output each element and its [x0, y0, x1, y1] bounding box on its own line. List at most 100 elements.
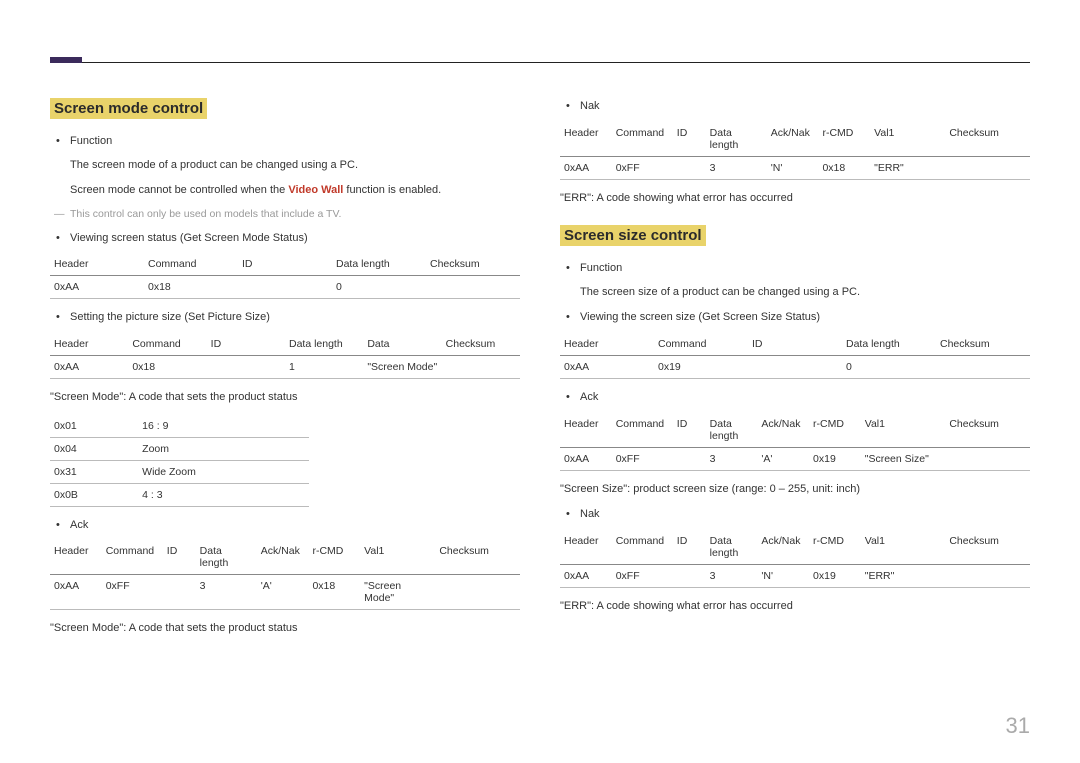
t3-h2: Command [102, 540, 163, 575]
ack2-bullet: Ack [580, 389, 1030, 407]
t3-c5: 'A' [257, 575, 309, 610]
code-k-2: 0x31 [50, 460, 138, 483]
t3-h4: Data length [196, 540, 257, 575]
t3-c6: 0x18 [308, 575, 360, 610]
t6-c7: "Screen Size" [861, 447, 946, 470]
codes-table: 0x0116 : 9 0x04Zoom 0x31Wide Zoom 0x0B4 … [50, 415, 309, 507]
header-accent [50, 57, 82, 63]
t4-h7: Val1 [870, 122, 945, 157]
t6-c1: 0xAA [560, 447, 612, 470]
func-p2-pre: Screen mode cannot be controlled when th… [70, 184, 288, 196]
code-v-2: Wide Zoom [138, 460, 308, 483]
t3-h7: Val1 [360, 540, 435, 575]
code-k-0: 0x01 [50, 415, 138, 438]
t3-h5: Ack/Nak [257, 540, 309, 575]
t7-h1: Header [560, 530, 612, 565]
t4-h1: Header [560, 122, 612, 157]
t3-c1: 0xAA [50, 575, 102, 610]
right-column: Nak Header Command ID Data length Ack/Na… [560, 98, 1030, 646]
ack2-table: Header Command ID Data length Ack/Nak r-… [560, 413, 1030, 471]
t2-c2: 0x18 [128, 355, 206, 378]
t1-h5: Checksum [426, 253, 520, 276]
ack-bullet: Ack [70, 517, 520, 535]
function2-desc: The screen size of a product can be chan… [560, 284, 1030, 302]
t2-h5: Data [363, 333, 441, 356]
t3-c2: 0xFF [102, 575, 163, 610]
t7-c4: 3 [706, 564, 758, 587]
t6-c4: 3 [706, 447, 758, 470]
t4-c3 [673, 156, 706, 179]
table-row: 0xAA 0xFF 3 'N' 0x19 "ERR" [560, 564, 1030, 587]
t7-c6: 0x19 [809, 564, 861, 587]
function-desc2: Screen mode cannot be controlled when th… [50, 182, 520, 200]
t1-h4: Data length [332, 253, 426, 276]
t1-c1: 0xAA [50, 276, 144, 299]
get-size-table: Header Command ID Data length Checksum 0… [560, 333, 1030, 379]
t4-c5: 'N' [767, 156, 819, 179]
t6-h2: Command [612, 413, 673, 448]
t2-h3: ID [207, 333, 285, 356]
tv-note: This control can only be used on models … [50, 208, 520, 220]
t7-h7: Val1 [861, 530, 946, 565]
t7-c3 [673, 564, 706, 587]
t3-h6: r-CMD [308, 540, 360, 575]
t6-c6: 0x19 [809, 447, 861, 470]
t3-c8 [435, 575, 520, 610]
t2-c6 [442, 355, 520, 378]
t4-c7: "ERR" [870, 156, 945, 179]
t3-h1: Header [50, 540, 102, 575]
nak2-bullet: Nak [580, 506, 1030, 524]
header-rule [50, 62, 1030, 63]
code-v-3: 4 : 3 [138, 483, 308, 506]
screen-mode-desc2: "Screen Mode": A code that sets the prod… [50, 620, 520, 638]
t2-c5: "Screen Mode" [363, 355, 441, 378]
t5-h1: Header [560, 333, 654, 356]
t3-c3 [163, 575, 196, 610]
func-p2-post: function is enabled. [343, 184, 441, 196]
t7-h2: Command [612, 530, 673, 565]
t5-c3 [748, 355, 842, 378]
t7-h5: Ack/Nak [757, 530, 809, 565]
t4-c1: 0xAA [560, 156, 612, 179]
t6-c3 [673, 447, 706, 470]
t1-c2: 0x18 [144, 276, 238, 299]
t5-c4: 0 [842, 355, 936, 378]
t4-h2: Command [612, 122, 673, 157]
t3-c7: "Screen Mode" [360, 575, 435, 610]
t4-h6: r-CMD [818, 122, 870, 157]
t5-h4: Data length [842, 333, 936, 356]
t2-h4: Data length [285, 333, 363, 356]
t4-h8: Checksum [945, 122, 1030, 157]
t7-h3: ID [673, 530, 706, 565]
t7-c8 [945, 564, 1030, 587]
t2-c1: 0xAA [50, 355, 128, 378]
t2-h2: Command [128, 333, 206, 356]
table-row: 0x0116 : 9 [50, 415, 309, 438]
table-row: 0xAA 0xFF 3 'A' 0x18 "Screen Mode" [50, 575, 520, 610]
screen-size-desc: "Screen Size": product screen size (rang… [560, 481, 1030, 499]
t6-c8 [945, 447, 1030, 470]
t6-h7: Val1 [861, 413, 946, 448]
nak-bullet: Nak [580, 98, 1030, 116]
t6-h1: Header [560, 413, 612, 448]
t2-c4: 1 [285, 355, 363, 378]
err2-desc: "ERR": A code showing what error has occ… [560, 598, 1030, 616]
code-k-3: 0x0B [50, 483, 138, 506]
t7-h6: r-CMD [809, 530, 861, 565]
t1-c3 [238, 276, 332, 299]
t4-h5: Ack/Nak [767, 122, 819, 157]
table-row: 0xAA 0xFF 3 'N' 0x18 "ERR" [560, 156, 1030, 179]
nak-table: Header Command ID Data length Ack/Nak r-… [560, 122, 1030, 180]
t6-h5: Ack/Nak [757, 413, 809, 448]
table-row: 0x31Wide Zoom [50, 460, 309, 483]
t1-h3: ID [238, 253, 332, 276]
t5-h5: Checksum [936, 333, 1030, 356]
screen-mode-desc: "Screen Mode": A code that sets the prod… [50, 389, 520, 407]
t7-h4: Data length [706, 530, 758, 565]
table-row: 0xAA 0x19 0 [560, 355, 1030, 378]
table-row: 0xAA 0x18 1 "Screen Mode" [50, 355, 520, 378]
code-v-1: Zoom [138, 437, 308, 460]
set-size-table: Header Command ID Data length Data Check… [50, 333, 520, 379]
function-bullet: Function [70, 133, 520, 151]
setting-size-bullet: Setting the picture size (Set Picture Si… [70, 309, 520, 327]
